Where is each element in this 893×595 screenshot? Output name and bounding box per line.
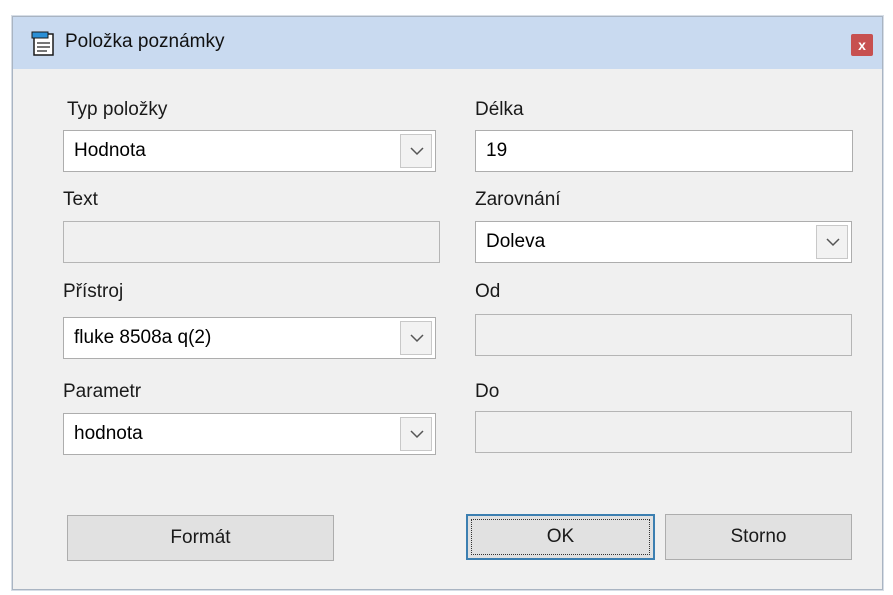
zarovnani-label: Zarovnání <box>475 189 561 210</box>
delka-input[interactable]: 19 <box>475 130 853 172</box>
close-icon: x <box>858 37 866 53</box>
window-title: Položka poznámky <box>65 31 225 52</box>
pristroj-label: Přístroj <box>63 281 124 302</box>
title-bar[interactable]: Položka poznámky x <box>13 17 882 69</box>
notepad-icon <box>31 31 57 57</box>
chevron-down-icon <box>410 430 424 439</box>
typ-polozky-value: Hodnota <box>74 140 146 161</box>
parametr-select[interactable]: hodnota <box>63 413 436 455</box>
zarovnani-dropdown-button[interactable] <box>816 225 848 259</box>
do-label: Do <box>475 381 500 402</box>
parametr-label: Parametr <box>63 381 142 402</box>
zarovnani-select[interactable]: Doleva <box>475 221 852 263</box>
pristroj-select[interactable]: fluke 8508a q(2) <box>63 317 436 359</box>
chevron-down-icon <box>410 334 424 343</box>
format-button[interactable]: Formát <box>67 515 334 561</box>
delka-value: 19 <box>486 140 508 161</box>
typ-polozky-dropdown-button[interactable] <box>400 134 432 168</box>
pristroj-value: fluke 8508a q(2) <box>74 327 212 348</box>
close-button[interactable]: x <box>851 34 873 56</box>
typ-polozky-select[interactable]: Hodnota <box>63 130 436 172</box>
parametr-value: hodnota <box>74 423 143 444</box>
dialog-window: Položka poznámky x Typ položky Hodnota T… <box>12 16 883 590</box>
chevron-down-icon <box>410 147 424 156</box>
text-label: Text <box>63 189 98 210</box>
chevron-down-icon <box>826 238 840 247</box>
pristroj-dropdown-button[interactable] <box>400 321 432 355</box>
storno-button[interactable]: Storno <box>665 514 852 560</box>
delka-label: Délka <box>475 99 524 120</box>
od-input[interactable] <box>475 314 852 356</box>
do-input[interactable] <box>475 411 852 453</box>
ok-button[interactable]: OK <box>466 514 655 560</box>
zarovnani-value: Doleva <box>486 231 546 252</box>
text-input[interactable] <box>63 221 440 263</box>
typ-polozky-label: Typ položky <box>67 99 168 120</box>
od-label: Od <box>475 281 501 302</box>
focus-rectangle <box>471 519 650 555</box>
parametr-dropdown-button[interactable] <box>400 417 432 451</box>
